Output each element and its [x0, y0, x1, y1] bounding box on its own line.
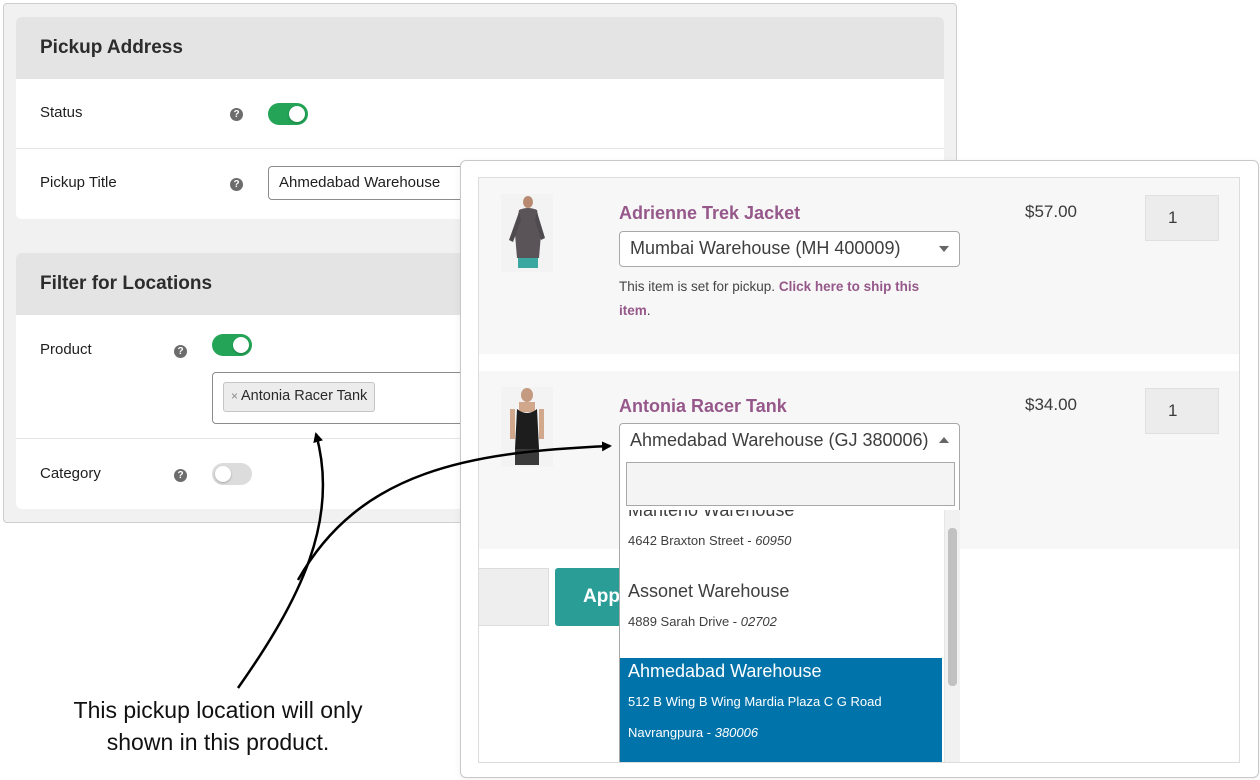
annotation-arrows [236, 432, 612, 689]
screenshot-stage: Pickup Address Status ? Pickup Title ? A… [0, 0, 1260, 780]
annotation-line: This pickup location will only [73, 697, 363, 723]
annotation-line: shown in this product. [106, 729, 330, 755]
arrow-to-location-select [296, 441, 612, 581]
annotation-callout: This pickup location will only shown in … [30, 694, 406, 758]
